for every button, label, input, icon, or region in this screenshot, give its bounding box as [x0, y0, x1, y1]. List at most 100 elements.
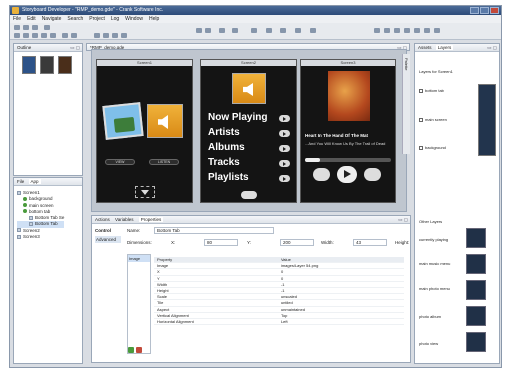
maximize-button[interactable] [480, 7, 489, 14]
copy-icon[interactable] [41, 33, 47, 38]
width-field[interactable]: 43 [353, 239, 387, 246]
visibility-checkbox[interactable] [419, 117, 423, 122]
add-icon[interactable] [128, 347, 134, 353]
align-center-icon[interactable] [103, 33, 109, 38]
table-icon[interactable] [404, 28, 410, 33]
bottom-tab-selection[interactable] [135, 186, 155, 198]
zoom-out-icon[interactable] [71, 33, 77, 38]
grid-icon[interactable] [384, 28, 390, 33]
arrow-right-icon[interactable] [279, 115, 290, 122]
screen1-thumbnail[interactable] [22, 56, 36, 74]
cut-icon[interactable] [32, 33, 38, 38]
layer-thumbnail[interactable] [466, 228, 486, 248]
menu-tracks[interactable]: Tracks [208, 157, 240, 168]
tab-properties[interactable]: Properties [138, 217, 164, 222]
tab-file[interactable]: File [17, 179, 24, 184]
tree-item[interactable]: Screen3 [17, 234, 64, 240]
menu-albums[interactable]: Albums [208, 142, 245, 153]
menu-edit[interactable]: Edit [27, 16, 36, 22]
search-icon[interactable] [219, 28, 225, 33]
tab-layers[interactable]: Layers [435, 45, 454, 50]
menu-navigate[interactable]: Navigate [42, 16, 62, 22]
align-right-icon[interactable] [112, 33, 118, 38]
arrow-right-icon[interactable] [279, 160, 290, 167]
layer-row[interactable]: bottom tab [419, 88, 444, 93]
debug-icon[interactable] [205, 28, 211, 33]
menu-window[interactable]: Window [125, 16, 143, 22]
table-row[interactable]: Horizontal Alignment Left [154, 318, 404, 326]
menu-artists[interactable]: Artists [208, 127, 240, 138]
menu-help[interactable]: Help [149, 16, 159, 22]
tab-variables[interactable]: Variables [115, 217, 133, 222]
control-section-label[interactable]: Control [95, 228, 111, 233]
menu-file[interactable]: File [13, 16, 21, 22]
menu-log[interactable]: Log [111, 16, 119, 22]
tab-assets[interactable]: Assets [418, 45, 432, 50]
arrow-right-icon[interactable] [279, 130, 290, 137]
undo-icon[interactable] [14, 33, 20, 38]
advanced-section-label[interactable]: Advanced [95, 236, 121, 243]
menu-project[interactable]: Project [89, 16, 105, 22]
remove-icon[interactable] [136, 347, 142, 353]
x-field[interactable]: 80 [204, 239, 238, 246]
minimize-button[interactable] [470, 7, 479, 14]
layer-thumbnail[interactable] [466, 254, 486, 274]
history-icon[interactable] [280, 28, 286, 33]
distribute-icon[interactable] [121, 33, 127, 38]
editor-canvas[interactable]: Screen1 VIEW LISTEN Screen2 Now Playing … [91, 49, 407, 212]
nav-forward-icon[interactable] [266, 28, 272, 33]
align-left-icon[interactable] [94, 33, 100, 38]
tab-actions[interactable]: Actions [95, 217, 110, 222]
layout-icon[interactable] [374, 28, 380, 33]
play-icon[interactable] [337, 166, 357, 183]
screen1-preview[interactable]: Screen1 VIEW LISTEN [96, 59, 193, 203]
outline-tab[interactable]: Outline ▭ ▢ [14, 44, 82, 52]
layer-thumbnail[interactable] [466, 280, 486, 300]
save-icon[interactable] [23, 25, 29, 30]
layer-thumbnail[interactable] [466, 332, 486, 352]
listen-button[interactable]: LISTEN [149, 159, 179, 165]
screen3-thumbnail[interactable] [58, 56, 72, 74]
menu-playlists[interactable]: Playlists [208, 172, 249, 183]
other-layer-item[interactable]: currently playing [419, 237, 459, 242]
palette-strip[interactable]: Palette [402, 54, 410, 154]
visibility-checkbox[interactable] [419, 145, 423, 150]
scroll-down-button[interactable] [241, 191, 257, 199]
progress-bar[interactable] [305, 158, 391, 162]
zoom-in-icon[interactable] [62, 33, 68, 38]
other-layer-item[interactable]: photo album [419, 314, 441, 319]
menu-search[interactable]: Search [67, 16, 83, 22]
layer-thumbnail[interactable] [466, 306, 486, 326]
other-layer-item[interactable]: main music menu [419, 261, 453, 266]
rewind-icon[interactable] [313, 168, 330, 181]
close-button[interactable] [490, 7, 499, 14]
nav-back-icon[interactable] [232, 28, 238, 33]
arrow-right-icon[interactable] [279, 145, 290, 152]
screen2-thumbnail[interactable] [40, 56, 54, 74]
view-button[interactable]: VIEW [105, 159, 135, 165]
other-layer-item[interactable]: photo view [419, 341, 438, 346]
run-icon[interactable] [196, 28, 202, 33]
fast-forward-icon[interactable] [364, 168, 381, 181]
tab-app[interactable]: App [28, 179, 41, 184]
screen3-preview[interactable]: Screen3 Heart In The Hand Of The Mat ...… [300, 59, 396, 203]
palette-icon[interactable] [424, 28, 430, 33]
name-field[interactable]: Bottom Tab [154, 227, 274, 234]
arrow-icon[interactable] [295, 28, 301, 33]
menu-now-playing[interactable]: Now Playing [208, 112, 267, 123]
y-field[interactable]: 200 [280, 239, 314, 246]
visibility-checkbox[interactable] [419, 88, 423, 93]
print-icon[interactable] [44, 25, 50, 30]
refresh-icon[interactable] [310, 28, 316, 33]
layer-row[interactable]: main screen [419, 117, 447, 122]
paste-icon[interactable] [50, 33, 56, 38]
window-icon[interactable] [394, 28, 400, 33]
redo-icon[interactable] [23, 33, 29, 38]
settings-icon[interactable] [434, 28, 440, 33]
new-icon[interactable] [14, 25, 20, 30]
save-all-icon[interactable] [32, 25, 38, 30]
layer-row[interactable]: background [419, 145, 446, 150]
list-item[interactable]: Image [128, 255, 150, 262]
other-layer-item[interactable]: main photo menu [419, 286, 453, 291]
pencil-icon[interactable] [251, 28, 257, 33]
